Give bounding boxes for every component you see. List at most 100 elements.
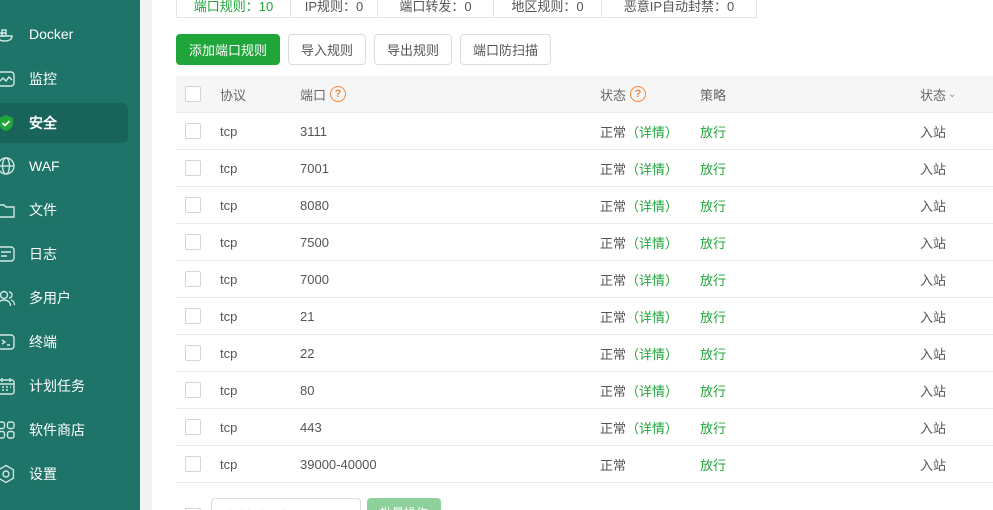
sidebar-item-label: 安全	[29, 115, 57, 131]
select-all-checkbox[interactable]	[185, 86, 201, 102]
terminal-icon	[0, 332, 16, 352]
row-checkbox[interactable]	[185, 382, 201, 398]
status-detail-link[interactable]: （详情）	[626, 344, 678, 363]
cell-status: 正常 （详情）	[600, 261, 678, 297]
header-direction[interactable]: 状态 ⌄	[920, 76, 956, 112]
row-checkbox[interactable]	[185, 234, 201, 250]
rule-tabs: 端口规则：10 IP规则：0 端口转发：0 地区规则：0 恶意IP自动封禁：0	[176, 0, 757, 18]
row-checkbox[interactable]	[185, 419, 201, 435]
table-row: tcp 7500 正常 （详情） 放行 入站	[176, 224, 993, 261]
sidebar-item-label: 文件	[29, 202, 57, 218]
row-checkbox[interactable]	[185, 123, 201, 139]
cell-protocol: tcp	[220, 271, 238, 287]
cell-protocol: tcp	[220, 197, 238, 213]
table-row: tcp 21 正常 （详情） 放行 入站	[176, 298, 993, 335]
status-text: 正常	[600, 346, 627, 362]
row-checkbox[interactable]	[185, 345, 201, 361]
batch-select[interactable]: 请选择批量操作	[211, 498, 361, 510]
status-detail-link[interactable]: （详情）	[626, 233, 678, 252]
table-body: tcp 3111 正常 （详情） 放行 入站 tcp 7001 正常 （详情） 放行 入站 tcp 808…	[176, 113, 993, 483]
row-checkbox[interactable]	[185, 197, 201, 213]
status-text: 正常	[600, 272, 627, 288]
cell-policy: 放行	[700, 420, 727, 436]
cell-direction: 入站	[920, 383, 947, 399]
batch-button[interactable]: 批量操作	[367, 498, 441, 510]
export-rules-button[interactable]: 导出规则	[374, 34, 453, 65]
cell-direction: 入站	[920, 309, 947, 325]
sidebar-item-5[interactable]: 日志	[0, 234, 128, 274]
cell-port: 7000	[300, 271, 329, 287]
status-detail-link[interactable]: （详情）	[626, 270, 678, 289]
sidebar-item-7[interactable]: 终端	[0, 322, 128, 362]
cell-port: 3111	[300, 123, 327, 139]
status-detail-link[interactable]: （详情）	[626, 159, 678, 178]
header-direction-label: 状态	[920, 87, 947, 103]
chevron-down-icon[interactable]: ⌄	[948, 89, 956, 100]
row-checkbox[interactable]	[185, 456, 201, 472]
sidebar-item-label: 日志	[29, 246, 57, 262]
gear-icon	[0, 464, 16, 484]
cell-port: 8080	[300, 197, 329, 213]
status-detail-link[interactable]: （详情）	[626, 418, 678, 437]
sidebar-item-2[interactable]: 安全	[0, 103, 128, 143]
cell-policy: 放行	[700, 161, 727, 177]
status-detail-link[interactable]: （详情）	[626, 122, 678, 141]
tab-0[interactable]: 端口规则：10	[176, 0, 291, 18]
status-text: 正常	[600, 198, 627, 214]
tab-1[interactable]: IP规则：0	[291, 0, 378, 18]
port-anti-scan-button[interactable]: 端口防扫描	[460, 34, 552, 65]
row-checkbox[interactable]	[185, 308, 201, 324]
cell-port: 39000-40000	[300, 456, 377, 472]
sidebar-item-4[interactable]: 文件	[0, 190, 128, 230]
sidebar-item-3[interactable]: WAF	[0, 146, 128, 186]
import-rules-button[interactable]: 导入规则	[288, 34, 367, 65]
header-status-label: 状态	[600, 87, 627, 103]
port-help-icon[interactable]: ?	[330, 86, 347, 102]
cell-port: 21	[300, 308, 315, 324]
tab-3[interactable]: 地区规则：0	[494, 0, 602, 18]
row-checkbox[interactable]	[185, 271, 201, 287]
port-rules-table: 协议 端口 ? 状态 ? 策略 状态 ⌄ tcp 3111 正常 （详情） 放行 入站 tc…	[176, 76, 993, 483]
sidebar-item-10[interactable]: 设置	[0, 454, 128, 494]
sidebar-item-9[interactable]: 软件商店	[0, 410, 128, 450]
cell-policy: 放行	[700, 272, 727, 288]
tab-2[interactable]: 端口转发：0	[378, 0, 494, 18]
status-detail-link[interactable]: （详情）	[626, 381, 678, 400]
cell-direction: 入站	[920, 124, 947, 140]
cell-direction: 入站	[920, 272, 947, 288]
sidebar-item-6[interactable]: 多用户	[0, 278, 128, 318]
cell-protocol: tcp	[220, 382, 238, 398]
batch-bar: 请选择批量操作 批量操作	[176, 498, 441, 510]
status-help-icon[interactable]: ?	[630, 86, 647, 102]
cell-policy: 放行	[700, 124, 727, 140]
sidebar-item-0[interactable]: Docker	[0, 14, 128, 54]
table-row: tcp 80 正常 （详情） 放行 入站	[176, 372, 993, 409]
status-detail-link[interactable]: （详情）	[626, 196, 678, 215]
status-detail-link[interactable]: （详情）	[626, 307, 678, 326]
sidebar-item-1[interactable]: 监控	[0, 59, 128, 99]
cell-direction: 入站	[920, 235, 947, 251]
cell-status: 正常 （详情）	[600, 372, 678, 408]
sidebar-item-label: 设置	[29, 466, 57, 482]
status-text: 正常	[600, 383, 627, 399]
sidebar-item-label: 终端	[29, 334, 57, 350]
header-protocol: 协议	[220, 87, 247, 103]
table-row: tcp 443 正常 （详情） 放行 入站	[176, 409, 993, 446]
cell-policy: 放行	[700, 309, 727, 325]
globe-shield-icon	[0, 156, 16, 176]
add-port-rule-button[interactable]: 添加端口规则	[176, 34, 281, 65]
cell-protocol: tcp	[220, 160, 238, 176]
sidebar-item-label: 软件商店	[29, 422, 85, 438]
sidebar-item-label: 计划任务	[29, 378, 85, 394]
cell-status: 正常 （详情）	[600, 409, 678, 445]
calendar-icon	[0, 376, 16, 396]
header-status: 状态 ?	[600, 76, 647, 112]
row-checkbox[interactable]	[185, 160, 201, 176]
tab-4[interactable]: 恶意IP自动封禁：0	[602, 0, 757, 18]
shield-icon	[0, 113, 16, 133]
cell-policy: 放行	[700, 346, 727, 362]
cell-status: 正常 （详情）	[600, 113, 678, 149]
status-text: 正常	[600, 457, 627, 473]
table-row: tcp 7000 正常 （详情） 放行 入站	[176, 261, 993, 298]
sidebar-item-8[interactable]: 计划任务	[0, 366, 128, 406]
